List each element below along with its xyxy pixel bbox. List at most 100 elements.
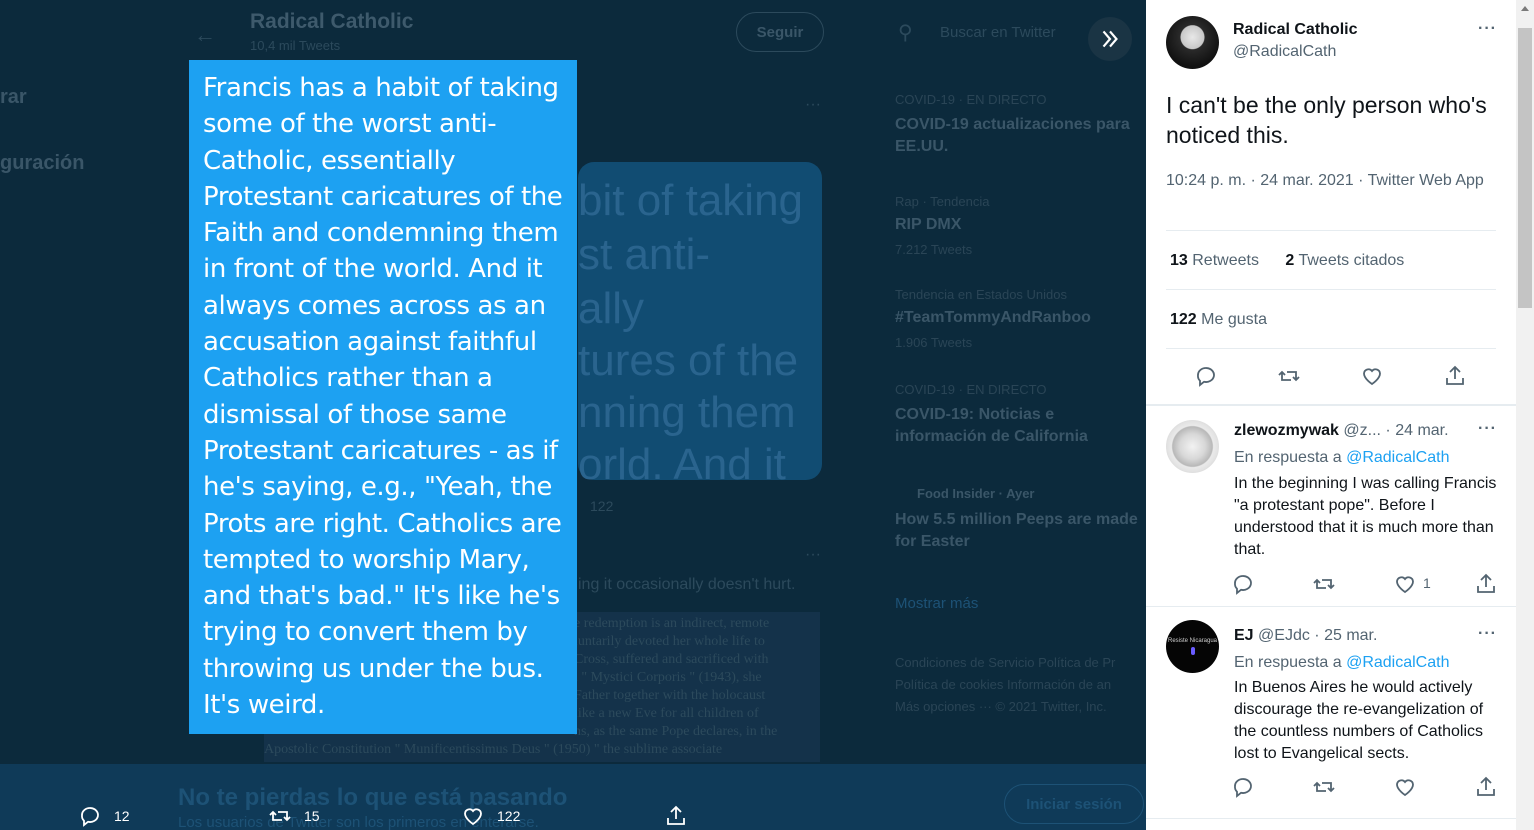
trend-title[interactable]: #TeamTommyAndRanboo [895,309,1091,327]
likes-label: Me gusta [1201,311,1267,328]
reply-tweet[interactable]: Resiste Nicaragua EJ @EJdc · 25 mar. ···… [1146,607,1516,817]
trend-title[interactable]: EE.UU. [895,138,948,156]
avatar[interactable]: Resiste Nicaragua [1166,620,1219,673]
share-button[interactable] [1474,572,1498,596]
reply-button[interactable] [1231,572,1255,596]
footer-links[interactable]: Política de cookies Información de an [895,677,1111,692]
share-button[interactable] [1443,364,1467,388]
quote-line: Protestant caricatures - as if [203,435,558,466]
trend-title[interactable]: for Easter [895,533,970,551]
reply-to-link[interactable]: @RadicalCath [1346,654,1449,671]
nav-item-partial: guración [0,152,85,174]
like-button[interactable]: 1 [1393,572,1431,596]
tweet-action-bar [1146,364,1516,404]
trend-title[interactable]: información de California [895,428,1088,446]
overlay-reply-button[interactable]: 12 [78,804,268,828]
reply-author-handle[interactable]: @z... [1343,422,1381,439]
author-display-name[interactable]: Radical Catholic [1233,21,1357,39]
retweet-button[interactable] [1312,775,1336,799]
tweet-author[interactable]: Radical Catholic @RadicalCath [1166,16,1357,69]
quote-line: Protestant caricatures of the [203,181,563,212]
heart-icon [464,808,482,826]
quote-image: Francis has a habit of taking some of th… [189,60,577,734]
footer-links[interactable]: Condiciones de Servicio Política de Pr [895,655,1115,670]
reply-date[interactable]: · 25 mar. [1314,627,1377,644]
collapse-panel-button[interactable] [1088,17,1132,61]
reply-action-bar [1146,775,1516,815]
reply-header: EJ @EJdc · 25 mar. [1234,627,1377,645]
likes-count: 122 [1170,311,1197,328]
trend-title[interactable]: COVID-19 actualizaciones para [895,116,1130,134]
reply-to-link[interactable]: @RadicalCath [1346,449,1449,466]
quote-line: Faith and condemning them [203,218,559,249]
heart-icon [1396,576,1414,594]
newspaper-line: like a new Eve for all children of [574,706,759,721]
search-icon: ⚲ [898,22,913,44]
background-like-count: 122 [590,498,614,514]
retweet-icon [1278,370,1300,382]
retweet-stats[interactable]: 13 Retweets 2 Tweets citados [1170,252,1404,270]
overlay-share-button[interactable] [664,804,688,828]
reply-icon [1197,367,1215,387]
newspaper-line: Apostolic Constitution " Munificentissim… [264,742,723,757]
quote-tweets-label: Tweets citados [1298,252,1405,269]
ghost-text: bit of taking [578,176,804,225]
reply-icon [1234,575,1252,595]
divider [1166,289,1496,290]
avatar[interactable] [1166,16,1219,69]
footer-links[interactable]: Más opciones ··· © 2021 Twitter, Inc. [895,699,1107,714]
reply-button[interactable] [1231,775,1255,799]
like-button[interactable] [1360,364,1384,388]
show-more-link[interactable]: Mostrar más [895,595,978,612]
retweets-count: 13 [1170,252,1188,269]
author-handle[interactable]: @RadicalCath [1233,43,1357,61]
quote-line: Prots are right. Catholics are [203,508,562,539]
newspaper-line: Father together with the holocaust [574,688,766,703]
more-options-icon[interactable]: ··· [1478,625,1497,643]
reply-tweet[interactable]: zlewozmywak @z... · 24 mar. ··· En respu… [1146,406,1516,606]
avatar-caption: Resiste Nicaragua [1167,638,1218,644]
quote-line: and that's bad." It's like he's [203,581,560,612]
quote-line: tempted to worship Mary, [203,544,530,575]
reply-button[interactable] [1194,364,1218,388]
like-button[interactable] [1393,775,1417,799]
search-input[interactable]: Buscar en Twitter [940,24,1056,41]
retweet-button[interactable] [1277,364,1301,388]
newspaper-line: ns, as the same Pope declares, in the [574,724,778,739]
more-options-icon[interactable]: ··· [1478,420,1497,438]
trend-title[interactable]: How 5.5 million Peeps are made [895,511,1138,529]
retweet-button[interactable] [1312,572,1336,596]
share-button[interactable] [1474,775,1498,799]
heart-icon [1396,779,1414,797]
reply-author-name[interactable]: zlewozmywak [1234,422,1339,439]
login-button[interactable]: Iniciar sesión [1004,784,1144,824]
reply-icon [1234,778,1252,798]
background-tweet-image: bit of taking st anti- ally tures of the… [578,162,822,489]
scroll-up-arrow-icon[interactable] [1521,6,1529,11]
reply-date[interactable]: · 24 mar. [1385,422,1448,439]
reply-author-name[interactable]: EJ [1234,627,1254,644]
avatar[interactable] [1166,420,1219,473]
trend-title[interactable]: COVID-19: Noticias e [895,406,1054,424]
tweet-timestamp[interactable]: 10:24 p. m. · 24 mar. 2021 · Twitter Web… [1166,170,1486,192]
overlay-retweet-button[interactable]: 15 [268,804,461,828]
reply-context: En respuesta a @RadicalCath [1234,654,1449,672]
overlay-like-button[interactable]: 122 [461,804,664,828]
retweets-label: Retweets [1192,252,1259,269]
like-stats[interactable]: 122 Me gusta [1170,311,1267,329]
quote-line: Catholic, essentially [203,145,456,176]
retweet-icon [1313,578,1335,590]
reply-text: In Buenos Aires he would actively discou… [1234,679,1484,762]
scrollbar-thumb[interactable] [1518,28,1532,308]
trend-count: 7.212 Tweets [895,242,973,257]
reply-author-handle[interactable]: @EJdc [1258,627,1310,644]
share-icon [1446,365,1464,385]
trend-title[interactable]: RIP DMX [895,216,961,234]
share-icon [1477,573,1495,593]
more-options-icon[interactable]: ··· [1478,20,1497,38]
trend-meta: Tendencia en Estados Unidos [895,287,1068,302]
follow-button[interactable]: Seguir [736,12,824,52]
reply-prefix: En respuesta a [1234,654,1342,671]
background-tweet-text: ing it occasionally doesn't hurt. [578,576,796,593]
scrollbar[interactable] [1516,0,1534,830]
